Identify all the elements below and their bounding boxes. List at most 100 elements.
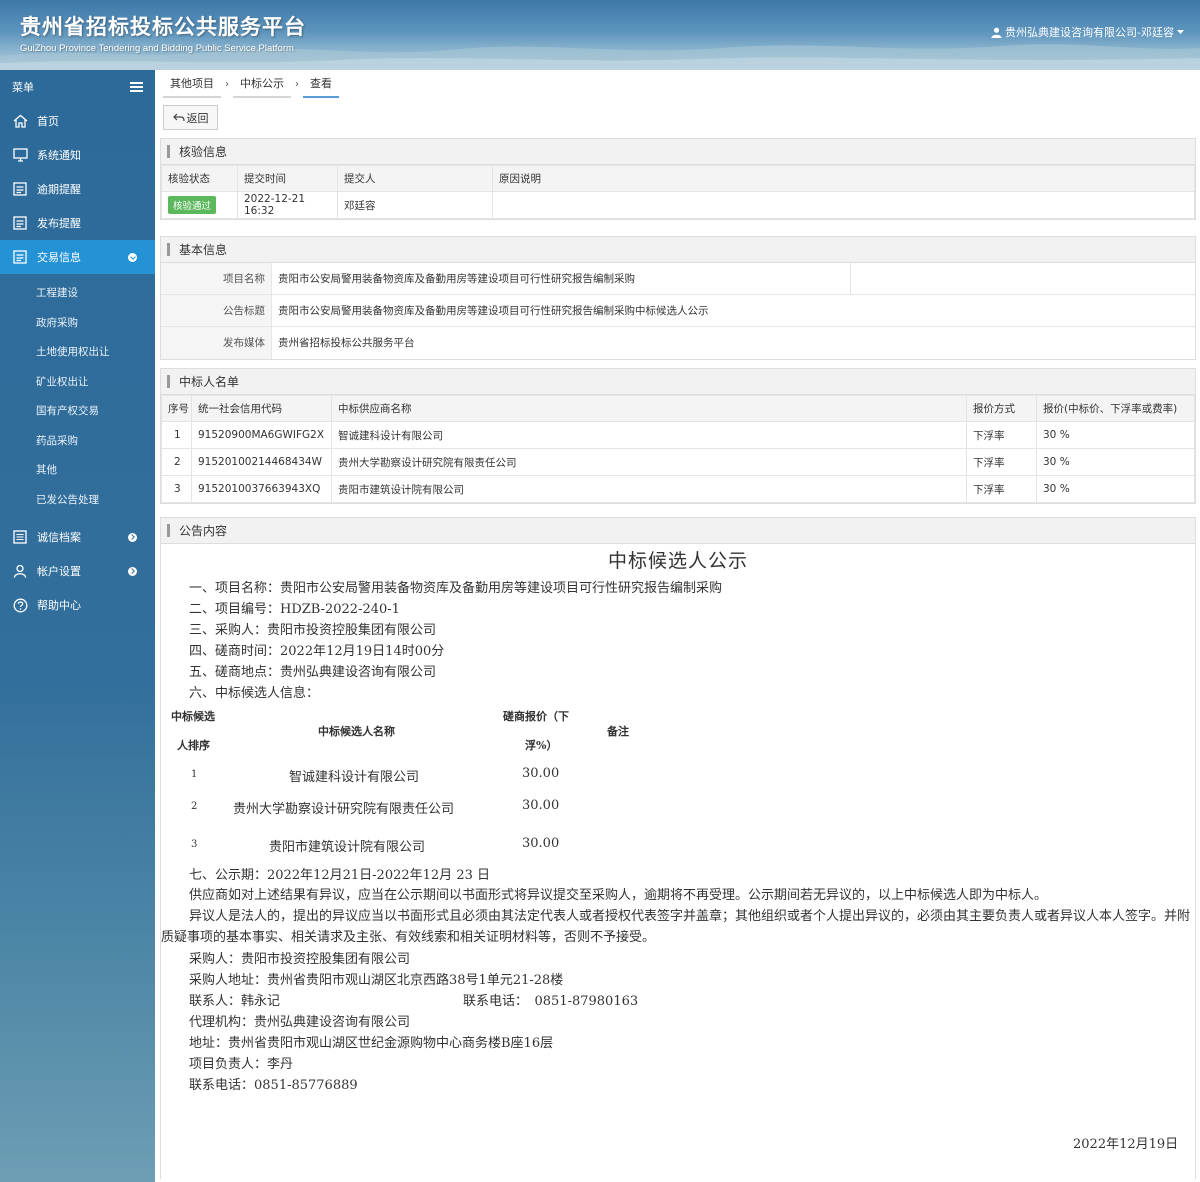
submenu-item[interactable]: 药品采购 [0, 426, 155, 456]
list-icon [12, 215, 28, 231]
notice-period: 七、公示期：2022年12月21日-2022年12月 23 日 [189, 868, 490, 883]
info-row-project-name: 项目名称 贵阳市公安局警用装备物资库及备勤用房等建设项目可行性研究报告编制采购 [161, 263, 1195, 295]
no-cell: 3 [161, 475, 192, 503]
breadcrumb-item[interactable]: 中标公示 [233, 70, 291, 98]
sidebar-header: 菜单 [0, 70, 155, 104]
column-header: 核验状态 [161, 165, 238, 192]
column-header: 提交人 [337, 165, 493, 192]
notice-panel-title: 公告内容 [161, 518, 1195, 544]
info-label: 公告标题 [161, 295, 271, 326]
caret-down-icon [1177, 29, 1184, 34]
candidate-rank-header: 人排序 [177, 739, 210, 752]
sidebar-item-label: 首页 [37, 115, 59, 128]
sidebar-item-label: 逾期提醒 [37, 183, 81, 196]
notice-contact: 联系人：韩永记 [189, 994, 281, 1009]
sidebar-item-credit[interactable]: 诚信档案 [0, 520, 155, 554]
notice-title: 中标候选人公示 [607, 550, 748, 572]
user-menu[interactable]: 贵州弘典建设咨询有限公司-邓廷容 [991, 24, 1184, 40]
candidate-name: 贵州大学勘察设计研究院有限责任公司 [233, 802, 455, 817]
price-cell: 30 % [1036, 475, 1195, 503]
sidebar-item-label: 帮助中心 [37, 599, 81, 612]
info-row-notice-title: 公告标题 贵阳市公安局警用装备物资库及备勤用房等建设项目可行性研究报告编制采购中… [161, 295, 1195, 327]
chevron-down-icon [128, 253, 137, 262]
method-cell: 下浮率 [966, 448, 1037, 476]
hamburger-icon[interactable] [130, 82, 143, 92]
user-icon [12, 563, 28, 579]
candidate-price-header: 磋商报价（下 [503, 710, 569, 723]
info-row-media: 发布媒体 贵州省招标投标公共服务平台 [161, 327, 1195, 359]
verify-table: 核验状态 提交时间 提交人 原因说明 核验通过 2022-12-21 16:32… [161, 165, 1195, 219]
sidebar-item-home[interactable]: 首页 [0, 104, 155, 138]
status-badge: 核验通过 [168, 196, 217, 214]
submenu-item[interactable]: 已发公告处理 [0, 485, 155, 515]
column-header: 报价(中标价、下浮率或费率) [1036, 395, 1195, 422]
candidate-price-header: 浮%） [525, 739, 558, 752]
code-cell: 9152010037663943XQ [191, 475, 332, 503]
column-header: 报价方式 [966, 395, 1037, 422]
candidate-remark-header: 备注 [607, 725, 629, 738]
candidate-rank: 3 [191, 839, 198, 850]
no-cell: 1 [161, 421, 192, 449]
candidate-name-header: 中标候选人名称 [318, 725, 395, 738]
info-value: 贵州省招标投标公共服务平台 [271, 327, 415, 359]
submenu-item[interactable]: 政府采购 [0, 308, 155, 338]
site-title: 贵州省招标投标公共服务平台 [20, 15, 306, 39]
verify-panel: 核验信息 核验状态 提交时间 提交人 原因说明 核验通过 2022-12-21 … [160, 138, 1196, 220]
reason-cell [492, 191, 1195, 219]
breadcrumb-item[interactable]: 其他项目 [163, 70, 221, 98]
list-icon [12, 249, 28, 265]
method-cell: 下浮率 [966, 421, 1037, 449]
column-header: 中标供应商名称 [331, 395, 967, 422]
doc-icon [12, 529, 28, 545]
price-cell: 30 % [1036, 448, 1195, 476]
table-row: 1 91520900MA6GWIFG2X 智诚建科设计有限公司 下浮率 30 % [161, 421, 1195, 449]
sidebar-item-trade-info[interactable]: 交易信息 [0, 240, 155, 274]
back-button[interactable]: 返回 [163, 105, 218, 130]
name-cell: 智诚建科设计有限公司 [331, 421, 967, 449]
user-name: 贵州弘典建设咨询有限公司-邓廷容 [1005, 26, 1174, 39]
submenu-item[interactable]: 工程建设 [0, 278, 155, 308]
sidebar-item-label: 发布提醒 [37, 217, 81, 230]
sidebar-item-label: 诚信档案 [37, 531, 81, 544]
sidebar-item-notice[interactable]: 系统通知 [0, 138, 155, 172]
notice-panel: 公告内容 中标候选人公示 一、项目名称：贵阳市公安局警用装备物资库及备勤用房等建… [160, 517, 1196, 1179]
main-content: 其他项目 › 中标公示 › 查看 返回 核验信息 核验状态 提交时间 提交人 原… [155, 70, 1200, 1182]
sidebar-item-account[interactable]: 帐户设置 [0, 554, 155, 588]
notice-date: 2022年12月19日 [1073, 1137, 1179, 1152]
breadcrumb: 其他项目 › 中标公示 › 查看 [163, 70, 339, 98]
sidebar-item-publish[interactable]: 发布提醒 [0, 206, 155, 240]
method-cell: 下浮率 [966, 475, 1037, 503]
submenu-item[interactable]: 土地使用权出让 [0, 337, 155, 367]
time-cell: 2022-12-21 16:32 [237, 191, 338, 219]
info-value: 贵阳市公安局警用装备物资库及备勤用房等建设项目可行性研究报告编制采购中标候选人公… [271, 295, 709, 326]
sidebar-item-label: 交易信息 [37, 251, 81, 264]
candidate-rank: 2 [191, 801, 198, 812]
top-header: 贵州省招标投标公共服务平台 GuiZhou Province Tendering… [0, 0, 1200, 70]
chevron-right-icon [128, 567, 137, 576]
user-icon [991, 27, 1002, 38]
column-header: 提交时间 [237, 165, 338, 192]
back-label: 返回 [186, 111, 209, 125]
candidate-name: 智诚建科设计有限公司 [289, 770, 420, 785]
table-row: 2 91520100214468434W 贵州大学勘察设计研究院有限责任公司 下… [161, 448, 1195, 476]
chevron-right-icon: › [225, 78, 229, 90]
column-header: 序号 [161, 395, 192, 422]
submenu-item[interactable]: 矿业权出让 [0, 367, 155, 397]
list-icon [12, 181, 28, 197]
info-label: 项目名称 [161, 263, 271, 294]
sidebar-item-help[interactable]: 帮助中心 [0, 588, 155, 622]
column-header: 原因说明 [492, 165, 1195, 192]
candidate-rank: 1 [191, 769, 198, 780]
notice-paragraph: 异议人是法人的，提出的异议应当以书面形式且必须由其法定代表人或者授权代表签字并盖… [161, 909, 1191, 945]
candidate-price: 30.00 [522, 836, 560, 851]
submenu-item[interactable]: 国有产权交易 [0, 396, 155, 426]
notice-purchaser: 采购人：贵阳市投资控股集团有限公司 [189, 952, 411, 967]
breadcrumb-current: 查看 [303, 70, 339, 98]
sidebar-item-overdue[interactable]: 逾期提醒 [0, 172, 155, 206]
basic-info-panel: 基本信息 项目名称 贵阳市公安局警用装备物资库及备勤用房等建设项目可行性研究报告… [160, 236, 1196, 360]
back-icon [172, 113, 185, 121]
notice-paragraph: 供应商如对上述结果有异议，应当在公示期间以书面形式将异议提交至采购人，逾期将不再… [189, 888, 1048, 903]
winners-panel: 中标人名单 序号 统一社会信用代码 中标供应商名称 报价方式 报价(中标价、下浮… [160, 368, 1196, 504]
submenu-item[interactable]: 其他 [0, 455, 155, 485]
candidate-price: 30.00 [522, 766, 560, 781]
